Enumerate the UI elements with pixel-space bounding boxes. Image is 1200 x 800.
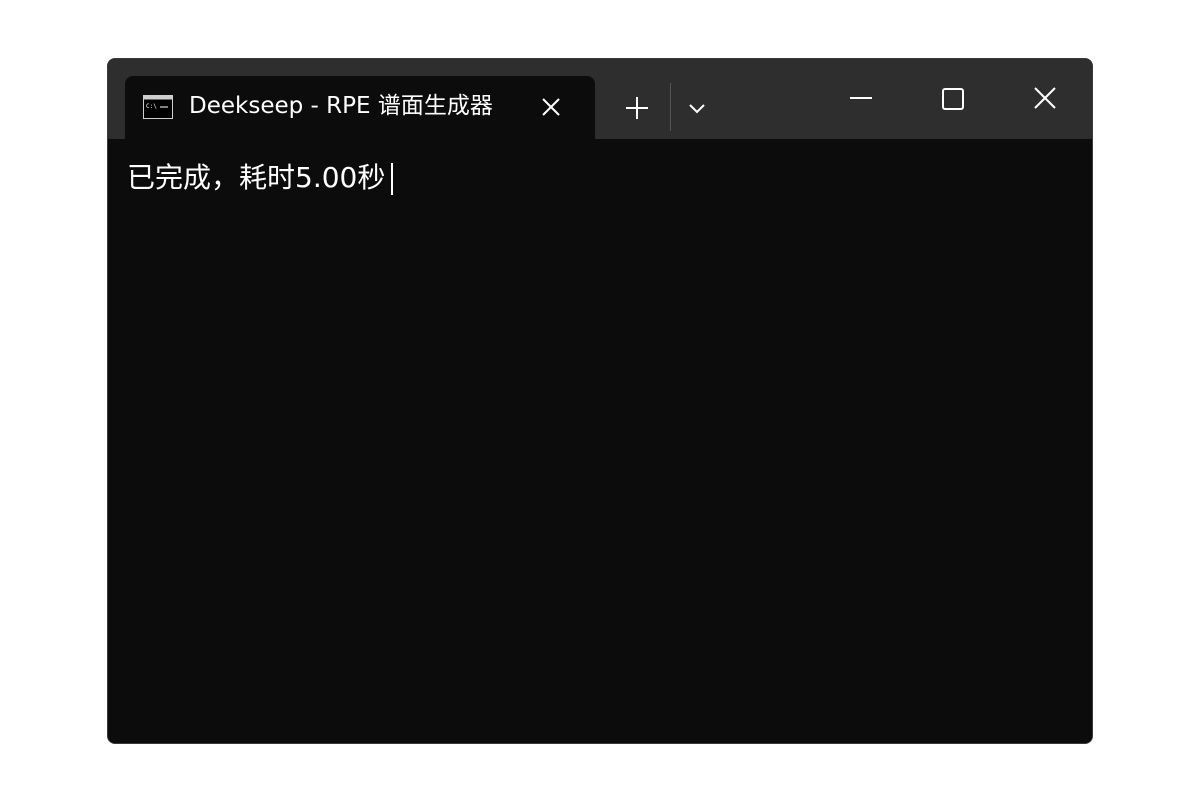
output-text: 已完成，耗时5.00秒 (127, 161, 386, 194)
close-icon[interactable] (1027, 81, 1063, 117)
tab-active[interactable]: C:\ Deekseep - RPE 谱面生成器 (125, 76, 595, 139)
terminal-output-area[interactable]: 已完成，耗时5.00秒 (108, 139, 1092, 743)
tab-separator (670, 83, 671, 131)
text-cursor (391, 163, 394, 195)
tab-close-icon[interactable] (539, 95, 563, 119)
svg-text:C:\: C:\ (146, 103, 157, 110)
chevron-down-icon[interactable] (686, 97, 708, 119)
terminal-window: C:\ Deekseep - RPE 谱面生成器 已完成，耗时5.00秒 (107, 58, 1093, 744)
cmd-prompt-icon: C:\ (143, 95, 173, 119)
tab-title: Deekseep - RPE 谱面生成器 (189, 93, 493, 119)
new-tab-plus-icon[interactable] (623, 94, 651, 122)
terminal-output-line: 已完成，耗时5.00秒 (127, 159, 394, 197)
maximize-icon[interactable] (935, 81, 971, 117)
minimize-icon[interactable] (843, 81, 879, 117)
title-bar[interactable]: C:\ Deekseep - RPE 谱面生成器 (108, 59, 1092, 139)
